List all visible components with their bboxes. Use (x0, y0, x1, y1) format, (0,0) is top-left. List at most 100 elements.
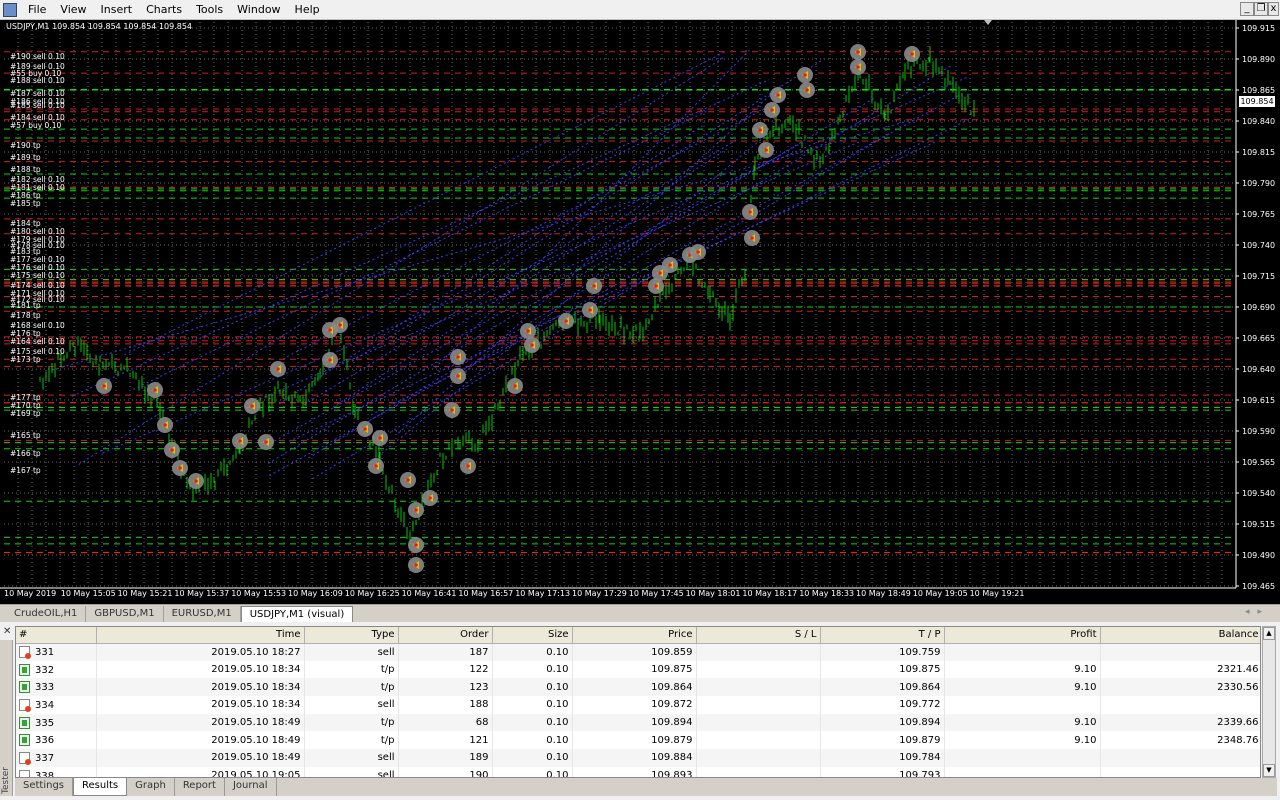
col-header-number[interactable]: # (16, 627, 97, 644)
chart-canvas[interactable]: 109.915 109.890 109.865 109.840 109.815 109.7… (0, 20, 1280, 604)
row-size: 0.10 (492, 678, 573, 697)
scroll-down-icon[interactable]: ▼ (1263, 764, 1275, 777)
tester-panel: ✕ Tester # Time Type Order Size Price S … (0, 622, 1280, 800)
col-header-sl[interactable]: S / L (696, 627, 821, 644)
time-tick-label: 10 May 19:21 (970, 589, 1025, 598)
trade-dot-icon (776, 93, 780, 97)
chart-header: USDJPY,M1 109.854 109.854 109.854 109.85… (6, 22, 193, 31)
trade-dot-icon (378, 436, 382, 440)
table-row[interactable]: 332 2019.05.10 18:34 t/p 122 0.10 109.875 109.… (16, 660, 1260, 679)
price-chart[interactable]: 109.915 109.890 109.865 109.840 109.815 109.7… (0, 20, 1280, 604)
col-header-profit[interactable]: Profit (944, 627, 1101, 644)
take-profit-icon (19, 734, 30, 747)
row-order: 122 (398, 660, 493, 679)
menu-help[interactable]: Help (288, 0, 327, 20)
col-header-type[interactable]: Type (304, 627, 399, 644)
tab-graph[interactable]: Graph (127, 778, 175, 796)
results-table-container[interactable]: # Time Type Order Size Price S / L T / P… (15, 626, 1261, 778)
time-tick-label: 10 May 18:01 (686, 589, 741, 598)
trade-dot-icon (856, 50, 860, 54)
row-profit: 9.10 (944, 713, 1101, 732)
close-button[interactable]: x (1268, 2, 1279, 16)
row-tp: 109.875 (820, 660, 945, 679)
row-time: 2019.05.10 18:34 (96, 660, 305, 679)
table-row[interactable]: 337 2019.05.10 18:49 sell 189 0.10 109.884 109… (16, 749, 1260, 767)
row-balance (1100, 749, 1260, 767)
trade-dot-icon (194, 479, 198, 483)
restore-button[interactable]: ❐ (1254, 2, 1268, 16)
tab-scroll-arrows-icon[interactable]: ◂▸ (1245, 607, 1270, 617)
trade-dot-icon (374, 464, 378, 468)
table-row[interactable]: 333 2019.05.10 18:34 t/p 123 0.10 109.864 109.… (16, 678, 1260, 697)
menu-bar: File View Insert Charts Tools Window Hel… (0, 0, 1280, 20)
tab-report[interactable]: Report (175, 778, 225, 796)
trade-dot-icon (328, 328, 332, 332)
row-balance: 2348.76 (1100, 731, 1260, 750)
row-profit (944, 749, 1101, 767)
order-label: #188 sell 0.10 (10, 76, 65, 85)
price-tick-label: 109.640 (1242, 365, 1275, 374)
row-price: 109.859 (572, 643, 697, 661)
menu-file[interactable]: File (21, 0, 53, 20)
col-header-size[interactable]: Size (492, 627, 573, 644)
menu-view[interactable]: View (53, 0, 93, 20)
trade-dot-icon (592, 284, 596, 288)
table-row[interactable]: 334 2019.05.10 18:34 sell 188 0.10 109.872 109… (16, 696, 1260, 714)
price-tick-label: 109.790 (1242, 179, 1275, 188)
minimize-button[interactable]: _ (1240, 2, 1254, 16)
table-row[interactable]: 331 2019.05.10 18:27 sell 187 0.10 109.859 109… (16, 643, 1260, 661)
col-header-order[interactable]: Order (398, 627, 493, 644)
col-header-price[interactable]: Price (572, 627, 697, 644)
table-row[interactable]: 335 2019.05.10 18:49 t/p 68 0.10 109.894 109.8… (16, 713, 1260, 732)
col-header-time[interactable]: Time (96, 627, 305, 644)
row-number-text: 334 (35, 699, 55, 711)
trade-dot-icon (363, 427, 367, 431)
trade-dot-icon (530, 343, 534, 347)
chart-tab-usdjpy[interactable]: USDJPY,M1 (visual) (240, 606, 354, 622)
time-tick-label: 10 May 15:05 (61, 589, 116, 598)
col-header-balance[interactable]: Balance (1100, 627, 1260, 644)
trade-dot-icon (414, 543, 418, 547)
menu-charts[interactable]: Charts (139, 0, 189, 20)
scroll-up-icon[interactable]: ▲ (1263, 627, 1275, 640)
menu-insert[interactable]: Insert (94, 0, 140, 20)
time-tick-label: 10 May 16:57 (458, 589, 513, 598)
table-row[interactable]: 336 2019.05.10 18:49 t/p 121 0.10 109.879 109.… (16, 731, 1260, 750)
row-sl (696, 766, 821, 777)
row-tp: 109.772 (820, 696, 945, 714)
tab-settings[interactable]: Settings (15, 778, 74, 796)
row-type: t/p (304, 731, 399, 750)
trade-dot-icon (805, 88, 809, 92)
sell-order-icon (19, 769, 31, 777)
col-header-tp[interactable]: T / P (820, 627, 945, 644)
trade-dot-icon (803, 73, 807, 77)
time-tick-label: 10 May 16:41 (402, 589, 457, 598)
price-tick-label: 109.865 (1242, 86, 1275, 95)
row-type: t/p (304, 713, 399, 732)
time-tick-label: 10 May 15:53 (231, 589, 286, 598)
tab-journal[interactable]: Journal (225, 778, 277, 796)
time-tick-label: 10 May 18:49 (856, 589, 911, 598)
chart-tab-crudeoil[interactable]: CrudeOIL,H1 (6, 606, 87, 622)
close-icon[interactable]: ✕ (3, 626, 11, 637)
trade-dot-icon (856, 65, 860, 69)
table-row[interactable]: 338 2019.05.10 19:05 sell 190 0.10 109.893 109… (16, 766, 1260, 777)
menu-window[interactable]: Window (230, 0, 287, 20)
price-tick-label: 109.615 (1242, 396, 1275, 405)
trade-dot-icon (163, 423, 167, 427)
tester-tab-bar: Settings Results Graph Report Journal (15, 778, 1277, 796)
row-order: 190 (398, 766, 493, 777)
results-scrollbar[interactable]: ▲ ▼ (1262, 626, 1276, 778)
trade-dot-icon (170, 448, 174, 452)
chart-tab-eurusd[interactable]: EURUSD,M1 (164, 606, 241, 622)
chart-tab-gbpusd[interactable]: GBPUSD,M1 (86, 606, 164, 622)
menu-tools[interactable]: Tools (189, 0, 230, 20)
order-label: #189 tp (10, 153, 41, 162)
order-label: #173 tp (10, 355, 41, 364)
price-tick-label: 109.665 (1242, 334, 1275, 343)
row-time: 2019.05.10 18:27 (96, 643, 305, 661)
time-tick-label: 10 May 17:45 (629, 589, 684, 598)
tab-results[interactable]: Results (73, 778, 128, 796)
time-tick-label: 10 May 2019 (4, 589, 56, 598)
order-label: #188 tp (10, 165, 41, 174)
